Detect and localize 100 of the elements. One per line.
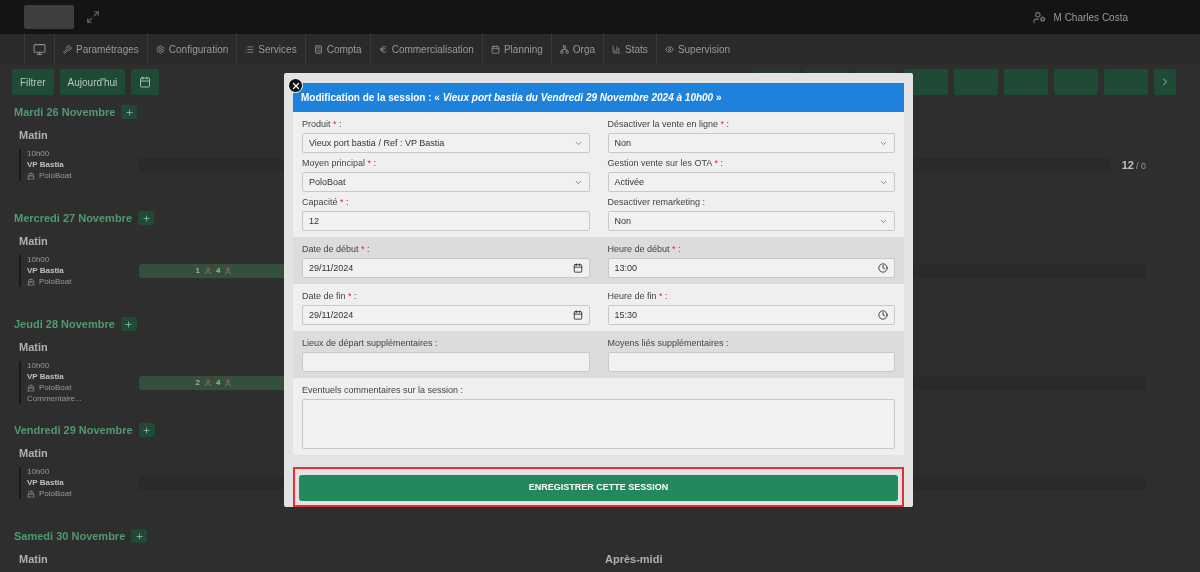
input-field[interactable] (302, 352, 590, 373)
field-label: Heure de début * : (607, 243, 682, 256)
next-button[interactable] (1154, 69, 1176, 95)
boat-icon (27, 490, 35, 498)
input-field[interactable]: 12 (302, 211, 590, 232)
field-label: Desactiver remarketing : (607, 196, 707, 209)
booking-count: 1 (195, 265, 200, 277)
boat-icon (27, 278, 35, 286)
toolbar-button[interactable]: Filtrer (12, 69, 54, 95)
nav-tab[interactable]: Paramétrages (54, 34, 147, 64)
plus-icon (141, 213, 151, 223)
bar-chart-icon (612, 44, 622, 54)
field-label: Date de début * : (302, 243, 371, 256)
day-title: Jeudi 28 Novembre (14, 317, 115, 332)
field-label: Date de fin * : (302, 290, 358, 303)
nav-tab[interactable]: Planning (481, 34, 551, 64)
nav-tab[interactable]: Compta (304, 34, 370, 64)
field-label: Produit * : (302, 118, 343, 131)
person-icon (204, 378, 212, 387)
calendar-icon (490, 44, 500, 54)
user-name[interactable]: M Charles Costa (1053, 9, 1128, 25)
wrench-icon (63, 44, 72, 54)
close-button[interactable] (288, 78, 303, 93)
select-field[interactable]: PoloBoat (302, 172, 590, 193)
boat-icon (27, 172, 35, 180)
nav-tab[interactable]: Services (236, 34, 305, 64)
period-title: Matin (19, 127, 48, 143)
plus-icon (134, 531, 144, 541)
session-boat: PoloBoat (39, 489, 72, 499)
calculator-icon (313, 44, 323, 54)
day-title: Mercredi 27 Novembre (14, 211, 132, 226)
calendar-icon (572, 263, 583, 274)
field-label: Eventuels commentaires sur la session : (302, 384, 465, 397)
plus-icon (142, 425, 152, 435)
period-title: Matin (19, 551, 48, 567)
field-label: Moyen principal * : (302, 157, 378, 170)
field-label: Heure de fin * : (607, 290, 669, 303)
select-field[interactable]: Non (607, 211, 895, 232)
plus-icon (125, 107, 134, 117)
add-button[interactable] (138, 211, 154, 226)
input-field[interactable] (607, 352, 895, 373)
time-field[interactable]: 13:00 (607, 258, 895, 279)
session-time: 10h00 (27, 149, 51, 159)
period-title: Matin (19, 445, 48, 461)
calendar-icon (572, 310, 583, 321)
person-icon (204, 267, 212, 275)
select-field[interactable]: Vieux port bastia / Ref : VP Bastia (302, 133, 590, 154)
clock-icon (878, 263, 888, 274)
session-time: 10h00 (27, 255, 51, 265)
session-name: VP Bastia (27, 478, 65, 488)
session-time: 10h00 (27, 467, 51, 477)
nav-tab[interactable]: Commercialisation (369, 34, 482, 64)
period-title: Matin (19, 339, 48, 355)
day-title: Samedi 30 Novembre (14, 529, 126, 544)
nav-tab[interactable]: Orga (550, 34, 604, 64)
gear-icon (155, 44, 165, 54)
session-name: VP Bastia (27, 266, 65, 276)
nav-tab[interactable]: Configuration (146, 34, 237, 64)
capacity-count: 12 (1121, 157, 1134, 173)
period-title: Matin (19, 233, 48, 249)
monitor-icon (33, 42, 46, 56)
session-boat: PoloBoat (39, 171, 72, 181)
close-icon (290, 80, 301, 91)
day-title: Mardi 26 Novembre (14, 105, 116, 120)
add-button[interactable] (120, 317, 137, 332)
person-icon (224, 267, 233, 275)
boat-icon (27, 384, 35, 392)
calendar-button[interactable] (131, 69, 160, 95)
list-icon (245, 44, 255, 54)
date-field[interactable]: 29/11/2024 (302, 258, 590, 279)
field-label: Gestion vente sur les OTA * : (607, 157, 724, 170)
add-button[interactable] (131, 529, 148, 544)
calendar-icon (139, 76, 152, 88)
add-button[interactable] (138, 423, 155, 438)
nav-tab[interactable]: Supervision (655, 34, 739, 64)
time-field[interactable]: 15:30 (607, 305, 895, 326)
plus-icon (124, 319, 134, 329)
session-time: 10h00 (27, 361, 51, 371)
toolbar-button[interactable]: Aujourd'hui (59, 69, 126, 95)
session-name: VP Bastia (27, 160, 65, 170)
date-field[interactable]: 29/11/2024 (302, 305, 590, 326)
hierarchy-icon (559, 44, 569, 54)
booking-count: 4 (216, 376, 221, 389)
nav-tab[interactable]: Stats (603, 34, 656, 64)
modal-title: Modification de la session : « Vieux port bastia du Vendredi 29 Novembre 2024 à 10h00 » (301, 91, 722, 106)
capacity-remaining: / 0 (1136, 159, 1146, 173)
session-boat: PoloBoat (39, 383, 72, 393)
field-label: Lieux de départ supplémentaires : (302, 337, 439, 350)
booking-count: 4 (216, 265, 221, 277)
session-boat: PoloBoat (39, 277, 72, 287)
save-session-button[interactable]: ENREGISTRER CETTE SESSION (299, 475, 898, 501)
euro-icon (378, 44, 388, 54)
select-field[interactable]: Non (607, 133, 895, 154)
field-label: Capacité * : (302, 196, 350, 209)
session-note: Commentaire... (27, 394, 83, 404)
user-icon (1032, 10, 1046, 24)
select-field[interactable]: Activée (607, 172, 895, 193)
person-icon (224, 378, 233, 387)
add-button[interactable] (121, 105, 138, 120)
fullscreen-icon[interactable] (86, 10, 100, 24)
